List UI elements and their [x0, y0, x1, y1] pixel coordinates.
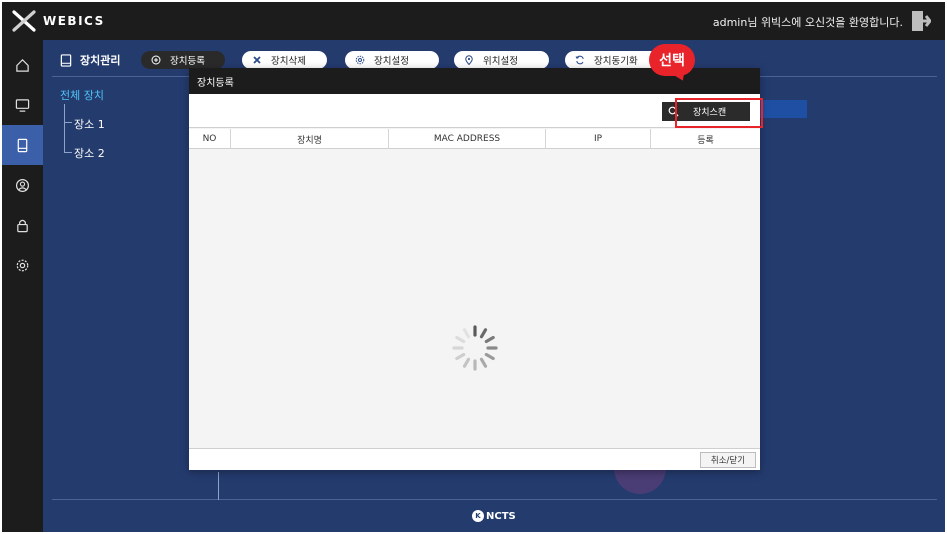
- home-icon: [16, 58, 29, 72]
- app-logo[interactable]: WEBICS: [12, 9, 105, 33]
- page-title: 장치관리: [60, 50, 120, 70]
- table-header: NO 장치명 MAC ADDRESS IP 등록: [189, 129, 760, 149]
- device-icon: [17, 138, 28, 152]
- side-rail: [2, 40, 43, 532]
- top-bar: WEBICS admin님 위빅스에 오신것을 환영합니다.: [2, 2, 945, 40]
- register-device-button[interactable]: 장치등록: [141, 51, 225, 69]
- location-settings-button[interactable]: 위치설정: [454, 51, 549, 69]
- rail-item-device[interactable]: [2, 125, 43, 165]
- tree-node-place-2[interactable]: 장소 2: [74, 145, 105, 161]
- settings-icon: [355, 55, 365, 65]
- tree-connector: [64, 104, 72, 123]
- logout-icon[interactable]: [911, 10, 932, 32]
- rail-item-home[interactable]: [2, 45, 43, 85]
- app-window: WEBICS admin님 위빅스에 오신것을 환영합니다. 장치관리 장치등록…: [2, 2, 945, 532]
- tree-connector: [64, 123, 72, 153]
- page-title-label: 장치관리: [80, 54, 121, 67]
- callout-text: 선택: [649, 44, 695, 76]
- cancel-close-button[interactable]: 취소/닫기: [700, 452, 756, 468]
- loading-spinner-icon: [452, 325, 498, 371]
- device-settings-label: 장치설정: [374, 56, 409, 67]
- sync-icon: [575, 55, 584, 65]
- sync-device-button[interactable]: 장치동기화: [565, 51, 659, 69]
- dialog-footer: 취소/닫기: [189, 448, 760, 470]
- x-icon: [253, 56, 261, 64]
- rail-item-monitor[interactable]: [2, 85, 43, 125]
- plus-circle-icon: [151, 55, 161, 65]
- register-device-label: 장치등록: [170, 56, 205, 67]
- column-header-register: 등록: [697, 135, 714, 146]
- divider: [52, 499, 937, 500]
- welcome-message: admin님 위빅스에 오신것을 환영합니다.: [712, 16, 903, 29]
- column-header-device-name: 장치명: [231, 129, 389, 149]
- device-settings-button[interactable]: 장치설정: [345, 51, 439, 69]
- rail-item-lock[interactable]: [2, 205, 43, 245]
- device-register-dialog: 장치등록 장치스캔 NO 장치명 MAC ADDRESS IP 등록 취소/닫기: [189, 68, 760, 470]
- footer-logo-text: NCTS: [486, 510, 516, 522]
- tree-node-place-1[interactable]: 장소 1: [74, 116, 105, 132]
- lock-icon: [17, 219, 28, 232]
- device-table-body: [189, 150, 760, 448]
- location-pin-icon: [465, 55, 473, 65]
- column-header-no: NO: [189, 129, 231, 149]
- column-header-mac-address: MAC ADDRESS: [389, 129, 546, 149]
- tree-root-all-devices[interactable]: 전체 장치: [60, 87, 104, 103]
- logo-x-icon: [12, 10, 36, 32]
- footer-logo-mark: K: [472, 510, 484, 522]
- location-settings-label: 위치설정: [483, 56, 518, 67]
- gear-icon: [16, 259, 29, 271]
- panel-separator: [218, 472, 219, 500]
- device-icon: [60, 53, 72, 67]
- user-icon: [15, 178, 30, 192]
- column-header-ip: IP: [546, 129, 651, 149]
- delete-device-label: 장치삭제: [271, 56, 306, 67]
- selected-row-highlight: [759, 100, 807, 118]
- footer-logo: K NCTS: [472, 510, 516, 522]
- monitor-icon: [15, 98, 30, 112]
- annotation-highlight-box: [675, 98, 763, 128]
- logo-text: WEBICS: [43, 14, 105, 28]
- rail-item-settings[interactable]: [2, 245, 43, 285]
- annotation-callout: 선택: [649, 44, 695, 84]
- delete-device-button[interactable]: 장치삭제: [242, 51, 327, 69]
- rail-item-user[interactable]: [2, 165, 43, 205]
- sync-device-label: 장치동기화: [594, 56, 638, 67]
